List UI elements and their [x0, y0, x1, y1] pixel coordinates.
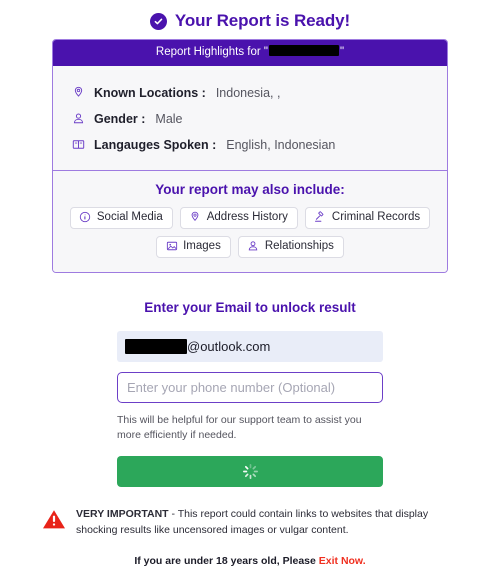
email-input[interactable]: @outlook.com [117, 330, 383, 362]
map-pin-icon [71, 86, 85, 100]
fact-label: Langauges Spoken : [94, 137, 217, 152]
loading-spinner-icon [242, 464, 258, 480]
exit-now-link[interactable]: Exit Now. [319, 555, 366, 567]
page-title: Your Report is Ready! [174, 11, 351, 30]
submit-button[interactable] [117, 456, 383, 488]
chip-label: Relationships [264, 240, 334, 253]
form-heading: Enter your Email to unlock result [144, 299, 356, 315]
email-field-wrap: @outlook.com [117, 330, 383, 362]
chip-label: Criminal Records [331, 211, 421, 224]
report-page: Your Report is Ready! Report Highlights … [0, 0, 500, 574]
fact-label: Known Locations : [94, 85, 206, 100]
warning-text: VERY IMPORTANT - This report could conta… [76, 507, 458, 539]
unlock-form: Enter your Email to unlock result @outlo… [0, 299, 500, 488]
chip-row-1: Social Media Address History Criminal Re… [63, 206, 437, 229]
chip-relationships[interactable]: Relationships [237, 235, 344, 258]
facts-list: Known Locations : Indonesia, , Gender : … [53, 65, 447, 171]
person-icon [247, 240, 260, 253]
chip-social-media[interactable]: Social Media [69, 206, 173, 229]
info-circle-icon [79, 211, 92, 224]
warning-section: VERY IMPORTANT - This report could conta… [42, 507, 458, 539]
book-icon [71, 138, 85, 152]
card-header-suffix: " [340, 46, 345, 58]
fact-value: English, Indonesian [226, 137, 336, 152]
helper-text: This will be helpful for our support tea… [117, 413, 362, 441]
fact-row-languages: Langauges Spoken : English, Indonesian [53, 132, 447, 158]
age-restriction-line: If you are under 18 years old, Please Ex… [0, 555, 500, 567]
page-title-row: Your Report is Ready! [0, 0, 500, 32]
phone-input[interactable]: Enter your phone number (Optional) [117, 371, 383, 403]
chip-label: Images [183, 240, 221, 253]
chip-row-2: Images Relationships [63, 235, 437, 258]
check-circle-icon [149, 12, 167, 30]
fact-value: Male [155, 111, 183, 126]
card-header: Report Highlights for " " [53, 40, 447, 66]
chip-images[interactable]: Images [156, 235, 231, 258]
redacted-name [269, 45, 339, 57]
report-highlights-card: Report Highlights for " " Known Locations… [52, 39, 448, 273]
age-text: If you are under 18 years old, Please [134, 554, 319, 567]
map-pin-icon [189, 211, 202, 224]
phone-field-wrap: Enter your phone number (Optional) [117, 371, 383, 403]
fact-value: Indonesia, , [215, 85, 281, 100]
redacted-email-local-part [125, 338, 187, 354]
chip-criminal-records[interactable]: Criminal Records [304, 206, 431, 229]
warning-strong: VERY IMPORTANT [76, 508, 169, 521]
gavel-icon [314, 211, 327, 224]
fact-label: Gender : [94, 111, 146, 126]
warning-triangle-icon [42, 509, 66, 535]
may-also-include-section: Your report may also include: Social Med… [53, 170, 447, 272]
image-icon [165, 240, 178, 253]
chip-address-history[interactable]: Address History [179, 206, 298, 229]
chip-label: Social Media [96, 211, 163, 224]
fact-row-known-locations: Known Locations : Indonesia, , [53, 80, 447, 106]
person-icon [71, 112, 85, 126]
may-also-include-title: Your report may also include: [155, 181, 345, 197]
card-header-prefix: Report Highlights for " [155, 46, 268, 58]
email-domain: @outlook.com [187, 338, 271, 354]
phone-placeholder: Enter your phone number (Optional) [127, 379, 336, 395]
chip-label: Address History [206, 211, 288, 224]
fact-row-gender: Gender : Male [53, 106, 447, 132]
